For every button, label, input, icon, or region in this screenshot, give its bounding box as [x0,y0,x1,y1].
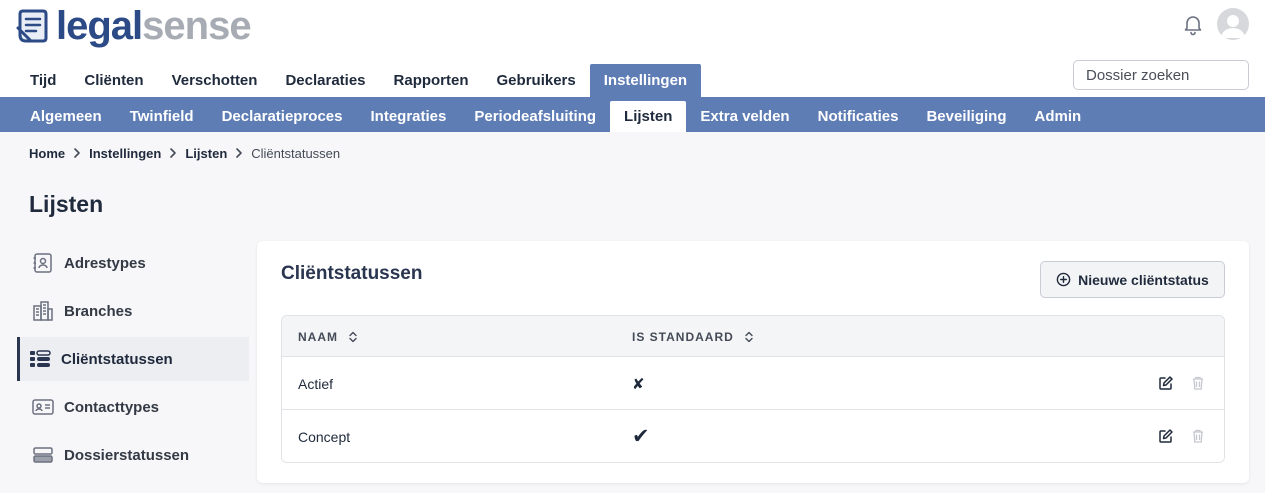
sub-tab-extra-velden[interactable]: Extra velden [686,101,803,132]
new-client-status-label: Nieuwe cliëntstatus [1078,271,1209,288]
sidebar-item-label: Cliëntstatussen [61,350,173,368]
sidebar-item-label: Contacttypes [64,398,160,416]
main-tab-rapporten[interactable]: Rapporten [380,64,483,97]
trash-icon[interactable] [1190,428,1206,444]
logo-document-icon [16,9,48,43]
logo-text-sense: sense [142,4,251,48]
panel-title: Cliëntstatussen [281,263,423,284]
column-header-label: NAAM [298,329,338,344]
sort-icon [349,331,357,342]
trash-icon[interactable] [1190,375,1206,391]
cell-naam: Concept [298,428,351,445]
sub-tab-lijsten[interactable]: Lijsten [610,101,687,132]
buildings-icon [33,301,53,321]
table-row: Concept ✔ [282,410,1224,462]
settings-sub-navigation: Algemeen Twinfield Declaratieproces Inte… [0,97,1265,132]
page-title: Lijsten [29,191,104,217]
sidebar-item-adrestypes[interactable]: Adrestypes [17,241,249,285]
main-tab-instellingen[interactable]: Instellingen [589,64,702,97]
address-book-icon [33,253,52,273]
breadcrumb: Home Instellingen Lijsten Cliëntstatusse… [29,145,340,161]
chevron-right-icon [170,148,177,158]
logo-wordmark: legalsense [56,4,252,48]
top-bar: legalsense Tijd Cliënten Verschotten Dec… [0,0,1265,97]
client-status-table: NAAM IS STANDAARD Actief ✘ Concept ✔ [281,315,1225,463]
main-tab-tijd[interactable]: Tijd [16,64,70,97]
cell-is-standaard: ✘ [632,375,645,393]
sort-icon [745,331,753,342]
sub-tab-twinfield[interactable]: Twinfield [116,101,208,132]
breadcrumb-lijsten[interactable]: Lijsten [185,146,227,161]
sidebar-item-label: Branches [64,302,133,320]
sub-tab-algemeen[interactable]: Algemeen [16,101,116,132]
breadcrumb-instellingen[interactable]: Instellingen [89,146,161,161]
sidebar-item-clientstatussen[interactable]: Cliëntstatussen [17,337,249,381]
main-tab-gebruikers[interactable]: Gebruikers [483,64,590,97]
main-tab-clienten[interactable]: Cliënten [70,64,157,97]
table-row: Actief ✘ [282,357,1224,410]
sub-tab-admin[interactable]: Admin [1021,101,1096,132]
new-client-status-button[interactable]: Nieuwe cliëntstatus [1040,261,1225,298]
column-header-naam[interactable]: NAAM [298,316,358,357]
sub-tab-declaratieproces[interactable]: Declaratieproces [208,101,357,132]
sub-tab-periodeafsluiting[interactable]: Periodeafsluiting [460,101,610,132]
table-header: NAAM IS STANDAARD [282,316,1224,357]
status-list-icon [30,350,51,367]
contact-card-icon [32,399,54,415]
sidebar-item-branches[interactable]: Branches [17,289,249,333]
dossier-search-input[interactable] [1073,60,1249,90]
cell-is-standaard: ✔ [632,425,650,448]
breadcrumb-current: Cliëntstatussen [251,145,341,161]
main-tab-declaraties[interactable]: Declaraties [271,64,379,97]
logo-text-legal: legal [56,4,143,48]
main-navigation: Tijd Cliënten Verschotten Declaraties Ra… [16,64,702,97]
server-stack-icon [33,447,53,463]
lists-sidebar: Adrestypes Branches Cliëntstatussen Cont… [17,241,249,481]
sub-tab-beveiliging[interactable]: Beveiliging [912,101,1020,132]
edit-icon[interactable] [1158,428,1174,444]
column-header-is-standaard[interactable]: IS STANDAARD [632,316,754,357]
user-avatar-icon[interactable] [1217,8,1249,40]
sub-tab-integraties[interactable]: Integraties [357,101,461,132]
chevron-right-icon [74,148,80,158]
chevron-right-icon [236,148,243,158]
sidebar-item-contacttypes[interactable]: Contacttypes [17,385,249,429]
sidebar-item-dossierstatussen[interactable]: Dossierstatussen [17,433,249,477]
column-header-label: IS STANDAARD [632,329,734,344]
sidebar-item-label: Adrestypes [64,254,146,272]
bell-icon[interactable] [1181,12,1205,36]
edit-icon[interactable] [1158,375,1174,391]
logo[interactable]: legalsense [16,4,252,48]
cell-naam: Actief [298,375,334,392]
sidebar-item-label: Dossierstatussen [64,446,190,464]
sub-tab-notificaties[interactable]: Notificaties [804,101,913,132]
client-status-panel: Cliëntstatussen Nieuwe cliëntstatus NAAM… [257,241,1249,483]
main-tab-verschotten[interactable]: Verschotten [158,64,272,97]
plus-circle-icon [1056,272,1071,287]
breadcrumb-home[interactable]: Home [29,146,65,161]
